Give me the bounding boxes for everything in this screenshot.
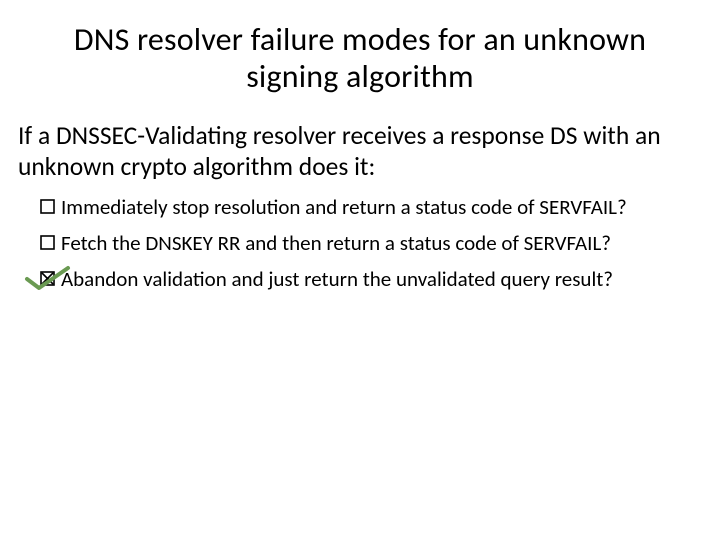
option-text: Immediately stop resolution and return a… <box>61 194 702 220</box>
option-text: Abandon validation and just return the u… <box>61 266 702 292</box>
checkbox-icon <box>40 271 55 286</box>
option-text: Fetch the DNSKEY RR and then return a st… <box>61 230 702 256</box>
checkbox-icon <box>40 199 55 214</box>
option-item: Fetch the DNSKEY RR and then return a st… <box>40 230 702 256</box>
intro-paragraph: If a DNSSEC-Validating resolver receives… <box>18 120 702 182</box>
slide-title: DNS resolver failure modes for an unknow… <box>58 22 662 96</box>
option-item: Immediately stop resolution and return a… <box>40 194 702 220</box>
checkbox-icon <box>40 235 55 250</box>
option-item: Abandon validation and just return the u… <box>40 266 702 292</box>
slide: DNS resolver failure modes for an unknow… <box>0 0 720 540</box>
options-list: Immediately stop resolution and return a… <box>40 194 702 293</box>
